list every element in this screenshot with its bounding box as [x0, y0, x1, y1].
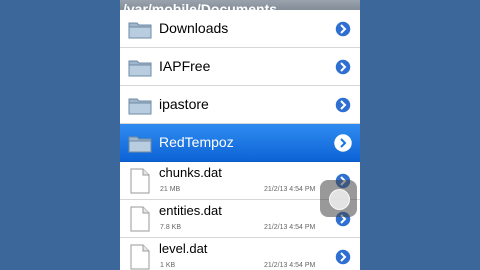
disclosure-arrow-icon[interactable]	[334, 20, 352, 38]
file-date: 21/2/13 4:54 PM	[264, 224, 316, 231]
folder-row-redtempoz[interactable]: RedTempoz	[120, 124, 360, 162]
folder-icon	[128, 60, 152, 77]
disclosure-arrow-icon[interactable]	[334, 96, 352, 114]
disclosure-arrow-icon[interactable]	[334, 134, 352, 152]
file-size: 7.8 KB	[160, 224, 182, 231]
folder-name: RedTempoz	[159, 134, 234, 150]
folder-row-ipastore[interactable]: ipastore	[120, 86, 360, 124]
folder-name: IAPFree	[159, 58, 211, 74]
file-name: chunks.dat	[159, 165, 222, 180]
folder-icon	[128, 22, 152, 39]
folder-name: ipastore	[159, 96, 209, 112]
assistive-touch-knob	[329, 189, 350, 210]
file-size: 21 MB	[160, 186, 181, 193]
assistive-touch-icon[interactable]	[320, 180, 357, 217]
file-name: level.dat	[159, 241, 208, 256]
disclosure-arrow-icon[interactable]	[334, 58, 352, 76]
file-icon	[130, 206, 150, 232]
file-date: 21/2/13 4:54 PM	[264, 262, 316, 269]
file-size: 1 KB	[160, 262, 176, 269]
file-row-level[interactable]: level.dat 1 KB 21/2/13 4:54 PM	[120, 238, 360, 270]
folder-row-downloads[interactable]: Downloads	[120, 10, 360, 48]
file-name: entities.dat	[159, 203, 222, 218]
file-browser-screen: /var/mobile/Documents Downloads IAPFree …	[120, 0, 360, 270]
folder-icon	[128, 136, 152, 153]
disclosure-arrow-icon[interactable]	[334, 248, 352, 266]
file-icon	[130, 168, 150, 194]
folder-name: Downloads	[159, 20, 229, 36]
folder-icon	[128, 98, 152, 115]
file-icon	[130, 244, 150, 270]
file-date: 21/2/13 4:54 PM	[264, 186, 316, 193]
folder-row-iapfree[interactable]: IAPFree	[120, 48, 360, 86]
